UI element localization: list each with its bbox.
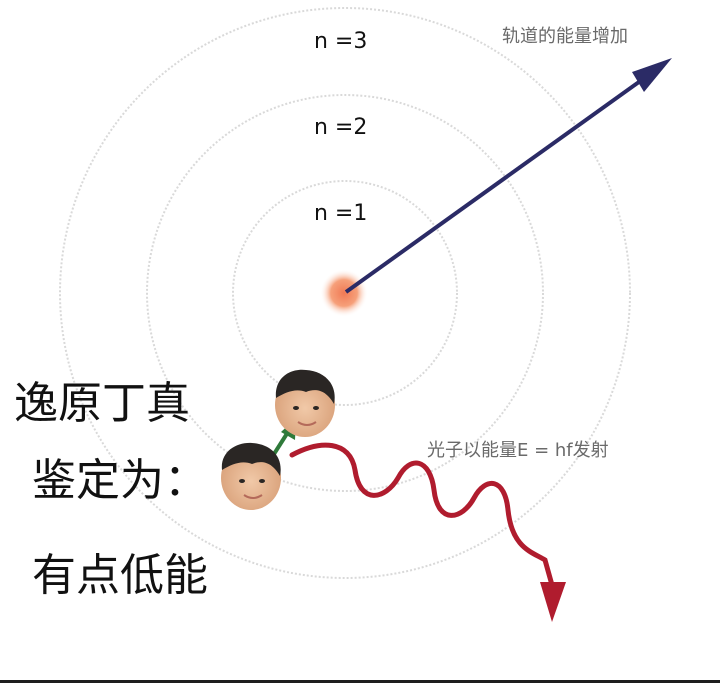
level-label-n2: n =2: [314, 115, 367, 140]
energy-increase-arrow: [344, 62, 666, 294]
energy-increase-label: 轨道的能量增加: [502, 26, 628, 47]
level-label-n3: n =3: [314, 29, 367, 54]
photon-wave: [289, 442, 555, 588]
energy-increase-arrowhead: [632, 58, 672, 92]
photon-arrowhead: [540, 582, 566, 622]
caption-line-2: 鉴定为：: [32, 455, 208, 506]
photon-emission-label: 光子以能量E = hf发射: [427, 440, 609, 461]
electron-face-upper: [275, 369, 335, 437]
level-label-n1: n =1: [314, 201, 367, 226]
caption-line-3: 有点低能: [32, 550, 208, 601]
electron-face-lower: [221, 442, 281, 510]
nucleus: [320, 269, 368, 317]
bohr-model-diagram: n =3 n =2 n =1 轨道的能量增加 光子以能量E = hf发射 逸原丁…: [14, 7, 672, 622]
caption-line-1: 逸原丁真: [14, 378, 190, 429]
